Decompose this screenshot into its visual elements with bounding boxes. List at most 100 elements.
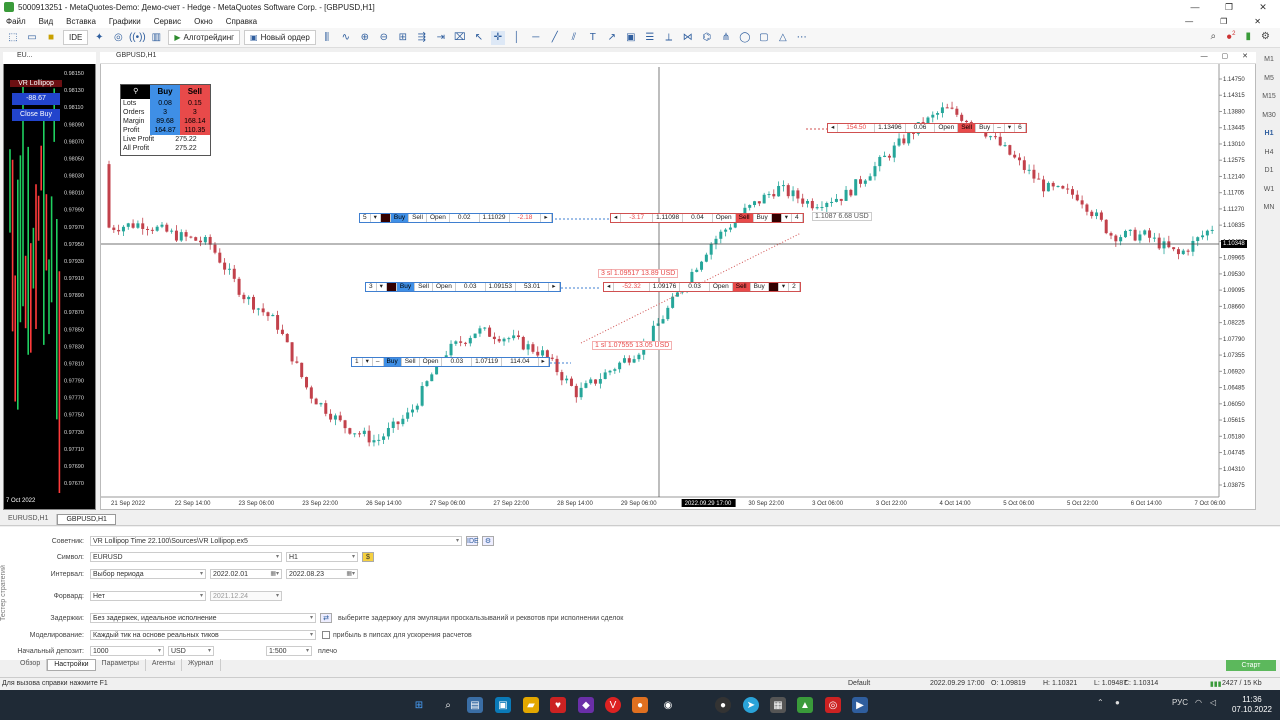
tf-m5[interactable]: M5 xyxy=(1258,75,1280,94)
signal-icon[interactable]: ((•)) xyxy=(129,31,146,45)
order-sell-button[interactable]: Sell xyxy=(402,358,420,366)
symbol-properties-icon[interactable]: $ xyxy=(362,552,374,562)
order-buy-button[interactable]: Buy xyxy=(751,283,769,291)
modeling-select[interactable]: Каждый тик на основе реальных тиков ▾ xyxy=(90,630,316,640)
order-collapse-icon[interactable]: ◂ xyxy=(611,214,622,222)
order-open-button[interactable]: Open xyxy=(935,124,959,132)
horizontal-line-icon[interactable]: ─ xyxy=(529,31,543,45)
tf-m15[interactable]: M15 xyxy=(1258,93,1280,112)
wifi-icon[interactable]: ◠ xyxy=(1195,698,1202,707)
order-open-button[interactable]: Open xyxy=(433,283,456,291)
ellipse-icon[interactable]: ◯ xyxy=(738,31,752,45)
gann-icon[interactable]: ⟂ xyxy=(662,31,676,45)
menu-help[interactable]: Справка xyxy=(226,17,257,26)
interval-select[interactable]: Выбор периода ▾ xyxy=(90,569,206,579)
objects-icon[interactable]: ⋯ xyxy=(795,31,809,45)
screenshot-icon[interactable]: ⌧ xyxy=(453,31,467,45)
zoom-out-icon[interactable]: ⊖ xyxy=(377,31,391,45)
tab-settings[interactable]: Настройки xyxy=(47,659,96,671)
tab-agents[interactable]: Агенты xyxy=(146,659,182,671)
file-explorer-icon[interactable]: ▤ xyxy=(467,697,483,713)
app-icon-dark[interactable]: ◉ xyxy=(660,697,676,713)
buy-order-5[interactable]: 5 ▾ Buy Sell Open 0.02 1.11029 -2.18 ▸ xyxy=(359,213,553,223)
widgets-icon[interactable]: ▣ xyxy=(495,697,511,713)
tf-d1[interactable]: D1 xyxy=(1258,167,1280,186)
elliott-icon[interactable]: ⋈ xyxy=(681,31,695,45)
tf-m1[interactable]: M1 xyxy=(1258,56,1280,75)
app-icon-red-2[interactable]: ◎ xyxy=(825,697,841,713)
start-menu-icon[interactable]: ⊞ xyxy=(411,697,427,713)
chart-minimize-button[interactable]: — xyxy=(1201,53,1208,60)
language-indicator[interactable]: РУС xyxy=(1172,698,1188,707)
app-icon-gray[interactable]: ▦ xyxy=(770,697,786,713)
chart-tab-eurusd[interactable]: EURUSD,H1 xyxy=(0,514,58,525)
menu-file[interactable]: Файл xyxy=(6,17,26,26)
forward-select[interactable]: Нет ▾ xyxy=(90,591,206,601)
currency-select[interactable]: USD ▾ xyxy=(168,646,214,656)
zoom-in-icon[interactable]: ⊕ xyxy=(358,31,372,45)
order-open-button[interactable]: Open xyxy=(710,283,733,291)
order-open-button[interactable]: Open xyxy=(713,214,736,222)
expert-select[interactable]: VR Lollipop Time 22.100\Sources\VR Lolli… xyxy=(90,536,462,546)
volume-icon[interactable]: ◁ xyxy=(1210,698,1216,707)
new-order-button[interactable]: ▣ Новый ордер xyxy=(244,30,316,45)
tf-mn[interactable]: MN xyxy=(1258,204,1280,223)
arrow-icon[interactable]: ↗ xyxy=(605,31,619,45)
tray-icon-1[interactable]: ● xyxy=(1115,698,1120,707)
profiles-icon[interactable]: ▭ xyxy=(25,31,39,45)
tab-overview[interactable]: Обзор xyxy=(14,659,48,671)
order-menu-icon[interactable]: ▾ xyxy=(377,283,387,291)
order-collapse-icon[interactable]: ◂ xyxy=(604,283,615,291)
order-expand-icon[interactable]: ▸ xyxy=(539,358,549,366)
vivaldi-icon[interactable]: V xyxy=(605,697,621,713)
order-sell-button[interactable]: Sell xyxy=(735,214,754,222)
close-button[interactable]: ✕ xyxy=(1246,0,1280,14)
menu-window[interactable]: Окно xyxy=(194,17,213,26)
start-button[interactable]: Старт xyxy=(1226,660,1276,671)
notifications-icon[interactable]: ●2 xyxy=(1226,31,1235,42)
metatrader-icon[interactable]: ▲ xyxy=(797,697,813,713)
tab-journal[interactable]: Журнал xyxy=(182,659,221,671)
order-expand-icon[interactable]: ▸ xyxy=(549,283,560,291)
order-open-button[interactable]: Open xyxy=(427,214,450,222)
navigator-icon[interactable]: ✦ xyxy=(92,31,106,45)
order-sell-button[interactable]: Sell xyxy=(732,283,751,291)
fibo-icon[interactable]: ☰ xyxy=(643,31,657,45)
order-menu-icon[interactable]: ▾ xyxy=(1005,124,1016,132)
menu-tools[interactable]: Сервис xyxy=(154,17,181,26)
pitchfork-icon[interactable]: ⋔ xyxy=(719,31,733,45)
tray-chevron-icon[interactable]: ⌃ xyxy=(1097,698,1104,707)
cursor-icon[interactable]: ↖ xyxy=(472,31,486,45)
rectangle-icon[interactable]: ▢ xyxy=(757,31,771,45)
sell-order-2[interactable]: ◂ -52.32 1.09176 0.03 Open Sell Buy ▾ 2 xyxy=(603,282,801,292)
sell-order-4[interactable]: ◂ -3.17 1.11098 0.04 Open Sell Buy ▾ 4 xyxy=(610,213,804,223)
minimize-button[interactable]: — xyxy=(1178,0,1212,14)
tf-h4[interactable]: H4 xyxy=(1258,149,1280,168)
order-menu-icon[interactable]: ▾ xyxy=(363,358,373,366)
menu-insert[interactable]: Вставка xyxy=(66,17,96,26)
cycle-icon[interactable]: ⌬ xyxy=(700,31,714,45)
triangle-icon[interactable]: △ xyxy=(776,31,790,45)
symbol-select[interactable]: EURUSD ▾ xyxy=(90,552,282,562)
folder-icon[interactable]: ▰ xyxy=(523,697,539,713)
autoscroll-icon[interactable]: ⇶ xyxy=(415,31,429,45)
tf-h1[interactable]: H1 xyxy=(1258,130,1280,149)
new-chart-icon[interactable]: ⬚ xyxy=(6,31,20,45)
buy-order-3[interactable]: 3 ▾ Buy Sell Open 0.03 1.09153 53.01 ▸ xyxy=(365,282,561,292)
period-select[interactable]: H1 ▾ xyxy=(286,552,358,562)
grid-icon[interactable]: ⊞ xyxy=(396,31,410,45)
tf-w1[interactable]: W1 xyxy=(1258,186,1280,205)
vertical-line-icon[interactable]: │ xyxy=(510,31,524,45)
chart-tab-gbpusd[interactable]: GBPUSD,H1 xyxy=(57,514,116,525)
maximize-button[interactable]: ❐ xyxy=(1212,0,1246,14)
child-minimize-button[interactable]: — xyxy=(1185,17,1193,26)
settings-icon[interactable]: ⚙ xyxy=(1261,31,1270,42)
app-icon-red[interactable]: ♥ xyxy=(550,697,566,713)
bar-chart-icon[interactable]: ⫼ xyxy=(320,31,334,45)
line-chart-icon[interactable]: ∿ xyxy=(339,31,353,45)
menu-view[interactable]: Вид xyxy=(39,17,53,26)
order-buy-button[interactable]: Buy xyxy=(383,358,402,366)
tf-m30[interactable]: M30 xyxy=(1258,112,1280,131)
order-menu-icon[interactable]: ▾ xyxy=(782,214,792,222)
search-icon[interactable]: ⌕ xyxy=(1211,31,1217,42)
